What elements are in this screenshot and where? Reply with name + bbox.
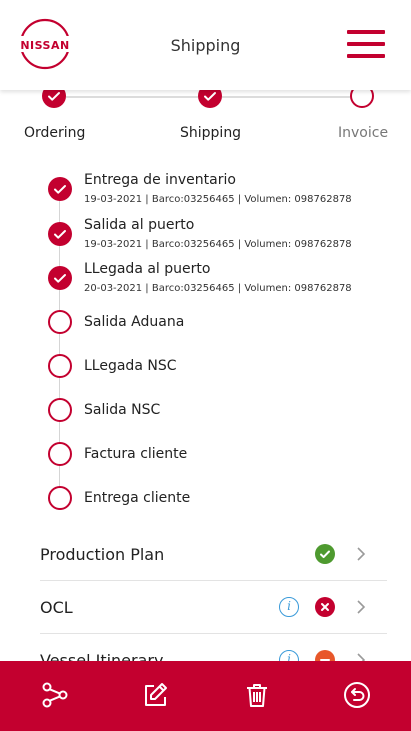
timeline-item-title: Entrega cliente <box>84 490 191 506</box>
chevron-right-icon[interactable] <box>354 600 368 614</box>
timeline-item-title: Factura cliente <box>84 446 188 462</box>
step-connector <box>222 96 350 98</box>
bottom-action-bar <box>0 661 411 731</box>
timeline-item-meta: 19-03-2021 | Barco:03256465 | Volumen: 0… <box>84 194 352 205</box>
timeline-item-title: Salida al puerto <box>84 217 195 233</box>
document-label: Production Plan <box>40 545 165 564</box>
step-label-shipping[interactable]: Shipping <box>180 125 241 141</box>
hamburger-menu-icon[interactable] <box>347 30 385 58</box>
check-circle-icon <box>48 266 72 290</box>
empty-circle-icon <box>48 398 72 422</box>
share-icon[interactable] <box>40 680 70 710</box>
timeline-item-title: LLegada al puerto <box>84 261 211 277</box>
empty-circle-icon <box>48 310 72 334</box>
step-label-invoice[interactable]: Invoice <box>338 125 388 141</box>
timeline-item-title: Salida Aduana <box>84 314 185 330</box>
error-status-icon <box>315 597 335 617</box>
document-row-ocl[interactable]: OCL i <box>40 581 387 634</box>
check-status-icon <box>315 544 335 564</box>
check-circle-icon <box>48 177 72 201</box>
document-row-production-plan[interactable]: Production Plan <box>40 528 387 581</box>
app-header: NISSAN Shipping <box>0 0 411 90</box>
timeline-item-meta: 19-03-2021 | Barco:03256465 | Volumen: 0… <box>84 239 352 250</box>
timeline-item-title: Entrega de inventario <box>84 172 236 188</box>
info-icon[interactable]: i <box>279 597 299 617</box>
step-label-ordering[interactable]: Ordering <box>24 125 85 141</box>
timeline-item-meta: 20-03-2021 | Barco:03256465 | Volumen: 0… <box>84 283 352 294</box>
check-circle-icon <box>48 222 72 246</box>
edit-icon[interactable] <box>140 680 170 710</box>
step-connector <box>66 96 198 98</box>
empty-circle-icon <box>48 354 72 378</box>
empty-circle-icon <box>48 486 72 510</box>
document-label: OCL <box>40 598 73 617</box>
progress-stepper: Ordering Shipping Invoice <box>0 84 411 146</box>
empty-circle-icon <box>48 442 72 466</box>
timeline-item-title: LLegada NSC <box>84 358 177 374</box>
timeline-item-title: Salida NSC <box>84 402 161 418</box>
trash-icon[interactable] <box>242 680 272 710</box>
undo-icon[interactable] <box>342 680 372 710</box>
chevron-right-icon[interactable] <box>354 547 368 561</box>
